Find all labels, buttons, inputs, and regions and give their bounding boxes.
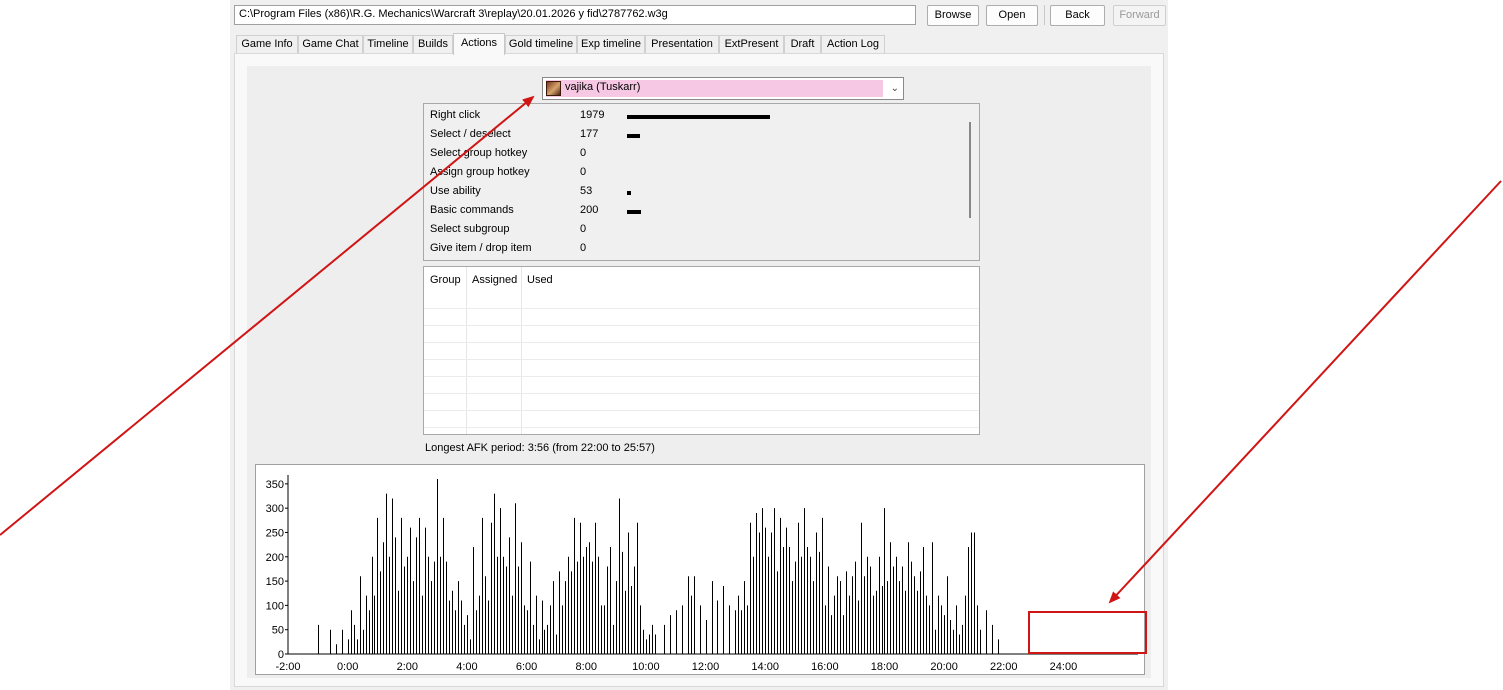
action-count-bar <box>627 191 631 195</box>
column-header-group[interactable]: Group <box>424 267 466 293</box>
table-row-line <box>424 410 979 411</box>
x-tick-label: 0:00 <box>337 661 358 673</box>
y-tick-label: 150 <box>266 576 284 588</box>
column-header-used[interactable]: Used <box>521 267 581 293</box>
x-tick-label: 8:00 <box>576 661 597 673</box>
open-button[interactable]: Open <box>986 5 1038 26</box>
action-name: Use ability <box>430 185 481 197</box>
browse-button[interactable]: Browse <box>927 5 979 26</box>
column-header-assigned[interactable]: Assigned <box>466 267 521 293</box>
action-count: 0 <box>580 242 587 254</box>
action-name: Assign group hotkey <box>430 166 530 178</box>
action-name: Right click <box>430 109 481 121</box>
hero-portrait-icon <box>546 81 561 96</box>
column-divider <box>521 267 522 434</box>
action-count: 177 <box>580 128 599 140</box>
action-name: Give item / drop item <box>430 242 532 254</box>
action-name: Select / deselect <box>430 128 511 140</box>
action-name: Select subgroup <box>430 223 510 235</box>
x-tick-label: 20:00 <box>930 661 958 673</box>
action-count: 200 <box>580 204 599 216</box>
table-row-line <box>424 393 979 394</box>
forward-button[interactable]: Forward <box>1113 5 1166 26</box>
table-row-line <box>424 342 979 343</box>
tab-action-log[interactable]: Action Log <box>821 35 885 54</box>
apm-chart: 0 50 100 150 200 250 300 350 -2:00 0:00 2:00 4:00 6:… <box>255 464 1145 675</box>
table-row-line <box>424 376 979 377</box>
action-count: 53 <box>580 185 593 197</box>
replay-path-input[interactable]: C:\Program Files (x86)\R.G. Mechanics\Wa… <box>234 5 916 25</box>
replay-analyzer-window: C:\Program Files (x86)\R.G. Mechanics\Wa… <box>230 0 1168 690</box>
action-count: 0 <box>580 166 587 178</box>
y-tick-label: 200 <box>266 552 284 564</box>
table-row-line <box>424 325 979 326</box>
tab-game-info[interactable]: Game Info <box>236 35 298 54</box>
tab-game-chat[interactable]: Game Chat <box>298 35 363 54</box>
y-tick-label: 350 <box>266 479 284 491</box>
apm-chart-svg: 0 50 100 150 200 250 300 350 -2:00 0:00 2:00 4:00 6:… <box>266 475 1138 673</box>
tab-actions[interactable]: Actions <box>453 33 505 55</box>
hotkey-groups-table: Group Assigned Used <box>423 266 980 435</box>
action-count: 1979 <box>580 109 605 121</box>
x-tick-label: 16:00 <box>811 661 839 673</box>
tab-exp-timeline[interactable]: Exp timeline <box>577 35 645 54</box>
action-count: 0 <box>580 223 587 235</box>
action-count: 0 <box>580 147 587 159</box>
action-count-bar <box>627 115 770 119</box>
table-row-line <box>424 359 979 360</box>
action-name: Select group hotkey <box>430 147 528 159</box>
chevron-down-icon[interactable]: ⌄ <box>891 83 899 94</box>
x-tick-label: 14:00 <box>751 661 779 673</box>
annotation-arrow <box>1108 180 1502 604</box>
action-name: Basic commands <box>430 204 514 216</box>
tab-draft[interactable]: Draft <box>784 35 821 54</box>
player-select-value: vajika (Tuskarr) <box>565 81 641 93</box>
y-tick-label: 300 <box>266 503 284 515</box>
table-row-line <box>424 308 979 309</box>
toolbar-separator <box>1044 5 1045 25</box>
x-tick-label: -2:00 <box>275 661 300 673</box>
tab-timeline[interactable]: Timeline <box>363 35 413 54</box>
back-button[interactable]: Back <box>1050 5 1105 26</box>
tab-extpresent[interactable]: ExtPresent <box>719 35 784 54</box>
x-tick-label: 18:00 <box>871 661 899 673</box>
tab-presentation[interactable]: Presentation <box>645 35 719 54</box>
x-tick-label: 4:00 <box>456 661 477 673</box>
action-count-bar <box>627 134 640 138</box>
x-tick-label: 2:00 <box>397 661 418 673</box>
column-divider <box>466 267 467 434</box>
y-tick-label: 250 <box>266 527 284 539</box>
tab-gold-timeline[interactable]: Gold timeline <box>505 35 577 54</box>
table-row-line <box>424 427 979 428</box>
afk-period-text: Longest AFK period: 3:56 (from 22:00 to … <box>425 442 655 454</box>
y-tick-label: 0 <box>278 649 284 661</box>
action-count-bar <box>627 210 641 214</box>
list-scrollbar[interactable] <box>969 122 971 218</box>
x-tick-label: 24:00 <box>1050 661 1078 673</box>
player-select[interactable]: vajika (Tuskarr) ⌄ <box>542 77 904 100</box>
y-tick-label: 50 <box>272 625 284 637</box>
x-tick-label: 10:00 <box>632 661 660 673</box>
x-tick-label: 12:00 <box>692 661 720 673</box>
tab-builds[interactable]: Builds <box>413 35 453 54</box>
action-counts-list: Right click 1979 Select / deselect 177 S… <box>423 103 980 261</box>
x-tick-label: 6:00 <box>516 661 537 673</box>
y-tick-label: 100 <box>266 600 284 612</box>
x-tick-label: 22:00 <box>990 661 1018 673</box>
